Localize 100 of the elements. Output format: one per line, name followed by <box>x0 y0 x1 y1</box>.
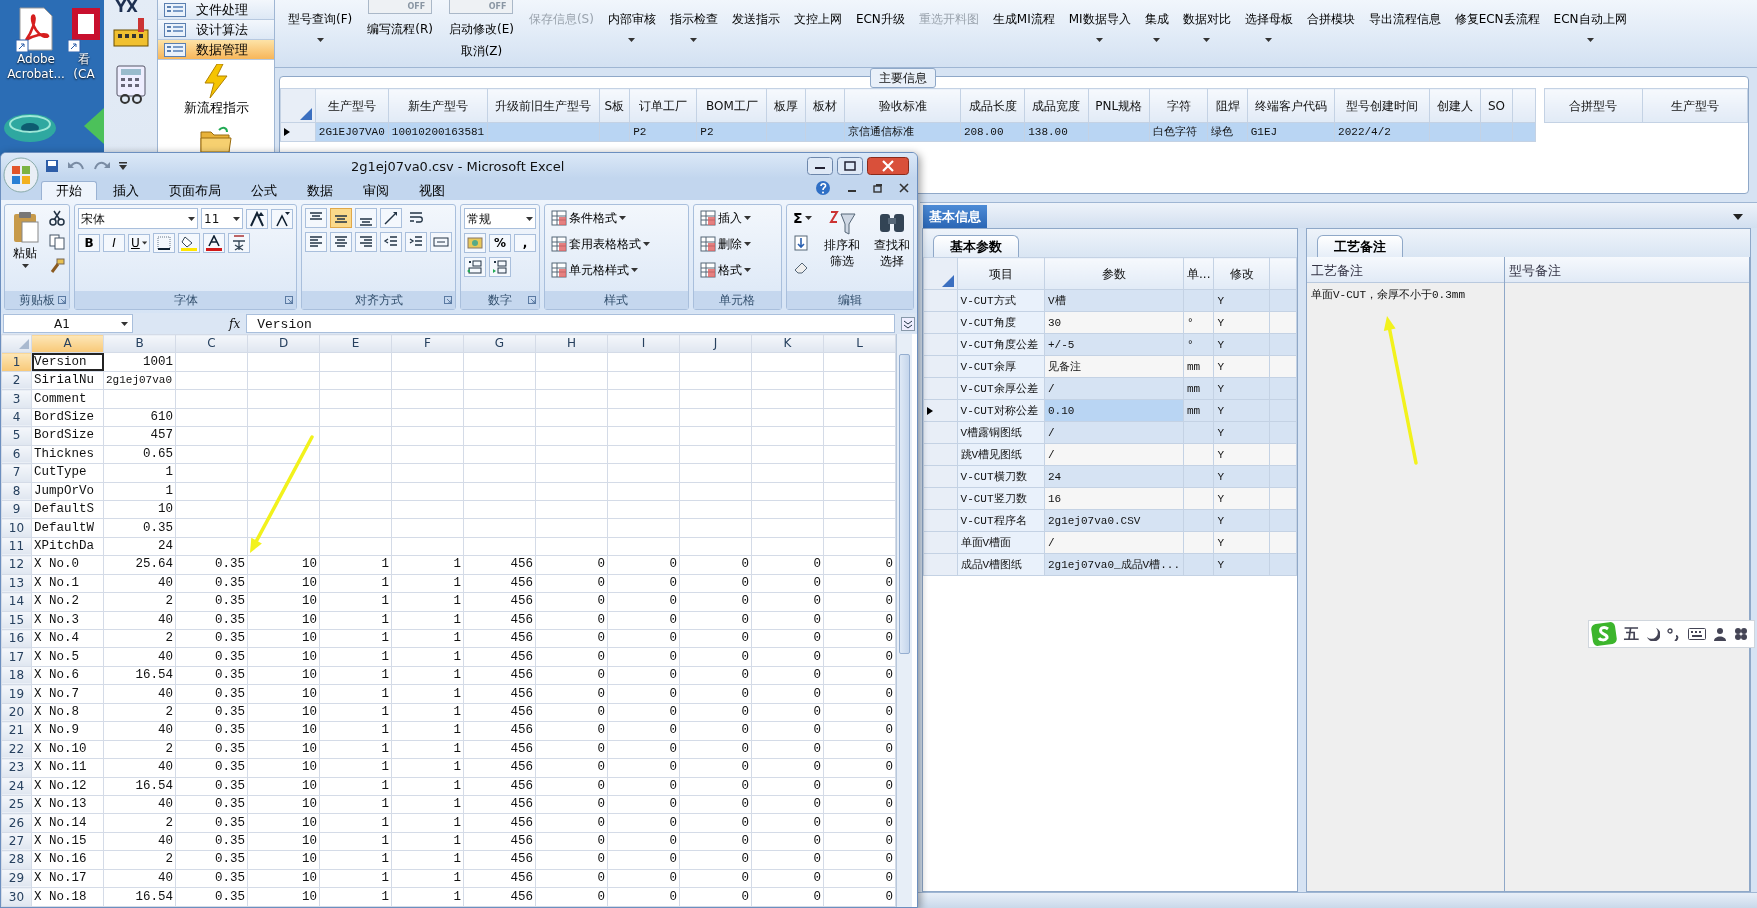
keyboard-icon[interactable] <box>1688 628 1706 640</box>
column-header[interactable]: S板 <box>599 88 630 123</box>
column-header[interactable]: 生产型号 <box>315 88 389 123</box>
toolbar-button[interactable]: 选择母板 <box>1237 0 1300 67</box>
column-header[interactable]: 工艺备注 <box>1307 257 1504 283</box>
toolbar-button[interactable]: ECN升级 <box>848 0 912 67</box>
column-header[interactable]: 终端客户代码 <box>1247 88 1335 123</box>
style-menu-button[interactable]: 单元格样式 <box>548 260 685 280</box>
panel-tab[interactable]: 基本参数 <box>933 234 1019 257</box>
column-header[interactable]: 参数 <box>1044 257 1184 290</box>
toolbar-button[interactable]: MI数据导入 <box>1061 0 1138 67</box>
column-header[interactable]: G <box>463 334 536 353</box>
column-header[interactable]: BOM工厂 <box>696 88 767 123</box>
moon-icon[interactable] <box>1646 627 1660 641</box>
dialog-launcher-icon[interactable] <box>444 296 452 304</box>
input-method-logo-icon[interactable] <box>1591 622 1617 646</box>
paste-button[interactable]: 粘贴 <box>8 208 42 288</box>
toolbar-button[interactable]: 发送指示 <box>724 0 787 67</box>
undo-icon[interactable] <box>67 159 85 172</box>
column-header[interactable]: A <box>31 334 104 353</box>
nav-menu-item[interactable]: 数据管理 <box>158 40 274 60</box>
restore-icon[interactable] <box>837 156 863 175</box>
column-header[interactable]: 板厚 <box>766 88 806 123</box>
column-header[interactable]: 阻焊 <box>1207 88 1248 123</box>
font-style-button[interactable]: B <box>78 233 100 253</box>
column-header[interactable]: 成品宽度 <box>1024 88 1089 123</box>
application-icon[interactable] <box>68 6 100 52</box>
name-box[interactable]: A1 <box>3 314 133 333</box>
toolbar-button[interactable]: 文控上网 <box>786 0 849 67</box>
column-header[interactable]: J <box>679 334 752 353</box>
column-header[interactable]: K <box>751 334 824 353</box>
font-size-field[interactable]: 11 <box>201 208 243 229</box>
column-header[interactable]: 型号备注 <box>1505 257 1749 283</box>
toolbar-button[interactable]: 修复ECN丢流程 <box>1447 0 1547 67</box>
nav-menu-item[interactable]: 设计算法 <box>158 20 274 40</box>
dialog-launcher-icon[interactable] <box>58 296 66 304</box>
restore-icon[interactable] <box>873 183 883 193</box>
column-header[interactable]: 订单工厂 <box>629 88 697 123</box>
person-icon[interactable] <box>1713 627 1727 641</box>
nav-action-button[interactable]: 新流程指示 <box>158 60 274 122</box>
fill-down-icon[interactable] <box>793 234 809 251</box>
toolbar-button[interactable]: 内部审核 <box>600 0 663 67</box>
toolbar-button[interactable]: 指示检查 <box>662 0 725 67</box>
dialog-launcher-icon[interactable] <box>528 296 536 304</box>
toolbar-button[interactable]: 型号查询(F) <box>281 0 360 67</box>
column-header[interactable]: 成品长度 <box>960 88 1025 123</box>
customize-icon[interactable] <box>119 161 127 170</box>
column-header[interactable]: 新生产型号 <box>388 88 488 123</box>
font-style-button[interactable]: U <box>128 233 150 253</box>
sum-button[interactable]: Σ <box>790 208 815 229</box>
redo-icon[interactable] <box>93 159 111 172</box>
column-header[interactable]: 修改 <box>1213 257 1270 290</box>
column-header[interactable]: E <box>319 334 392 353</box>
column-header[interactable]: F <box>391 334 464 353</box>
dropdown-icon[interactable] <box>1733 214 1743 220</box>
toolbar-button[interactable]: 编写流程(R) <box>367 18 433 40</box>
ribbon-tab[interactable]: 数据 <box>293 182 347 200</box>
toolbar-button[interactable]: ECN自动上网 <box>1546 0 1634 67</box>
clover-icon[interactable] <box>1734 627 1748 641</box>
pdf-file-icon[interactable] <box>16 6 56 52</box>
font-name-field[interactable]: 宋体 <box>78 208 198 229</box>
column-header[interactable]: 升级前旧生产型号 <box>487 88 600 123</box>
ribbon-tab[interactable]: 公式 <box>237 182 291 200</box>
cells-menu-button[interactable]: 删除 <box>696 234 778 254</box>
panel-tab[interactable]: 基本信息 <box>923 204 987 228</box>
row-header[interactable] <box>923 399 958 422</box>
find-select-button[interactable]: 查找和选择 <box>868 208 915 288</box>
column-header[interactable]: 板材 <box>805 88 845 123</box>
column-header[interactable]: C <box>175 334 248 353</box>
toolbar-button[interactable]: 数据对比 <box>1175 0 1238 67</box>
column-header[interactable]: 型号创建时间 <box>1334 88 1430 123</box>
column-header[interactable]: 验收标准 <box>844 88 961 123</box>
close-icon[interactable] <box>867 156 909 175</box>
column-header[interactable]: L <box>823 334 896 353</box>
minimize-icon[interactable] <box>807 156 833 175</box>
formula-bar[interactable]: Version <box>246 314 895 333</box>
cells-menu-button[interactable]: 格式 <box>696 260 778 280</box>
column-header[interactable]: PNL规格 <box>1088 88 1150 123</box>
ribbon-tab[interactable]: 页面布局 <box>155 182 235 200</box>
input-mode-text[interactable]: 五 <box>1624 622 1639 646</box>
column-header[interactable]: 项目 <box>957 257 1045 290</box>
toolbar-button[interactable]: 导出流程信息 <box>1361 0 1448 67</box>
number-format-field[interactable]: 常规 <box>464 208 536 229</box>
column-header[interactable]: 生产型号 <box>1642 88 1748 123</box>
folder-icon[interactable] <box>199 125 233 154</box>
dialog-launcher-icon[interactable] <box>285 296 293 304</box>
panel-tab[interactable]: 工艺备注 <box>1317 234 1403 257</box>
sort-filter-button[interactable]: 排序和筛选 <box>818 208 865 288</box>
number-format-button[interactable]: , <box>514 233 536 253</box>
cells-menu-button[interactable]: 插入 <box>696 208 778 228</box>
column-header[interactable]: 创建人 <box>1429 88 1481 123</box>
function-label[interactable]: fx <box>229 314 241 333</box>
style-menu-button[interactable]: 套用表格格式 <box>548 234 685 254</box>
toolbar-button[interactable]: 启动修改(E) <box>448 18 514 40</box>
ribbon-tab[interactable]: 审阅 <box>349 182 403 200</box>
toolbar-button[interactable]: 合拼模块 <box>1299 0 1362 67</box>
nav-menu-item[interactable]: 文件处理 <box>158 0 274 20</box>
save-icon[interactable] <box>45 158 59 173</box>
number-format-button[interactable]: % <box>489 233 511 253</box>
column-header[interactable]: B <box>103 334 176 353</box>
